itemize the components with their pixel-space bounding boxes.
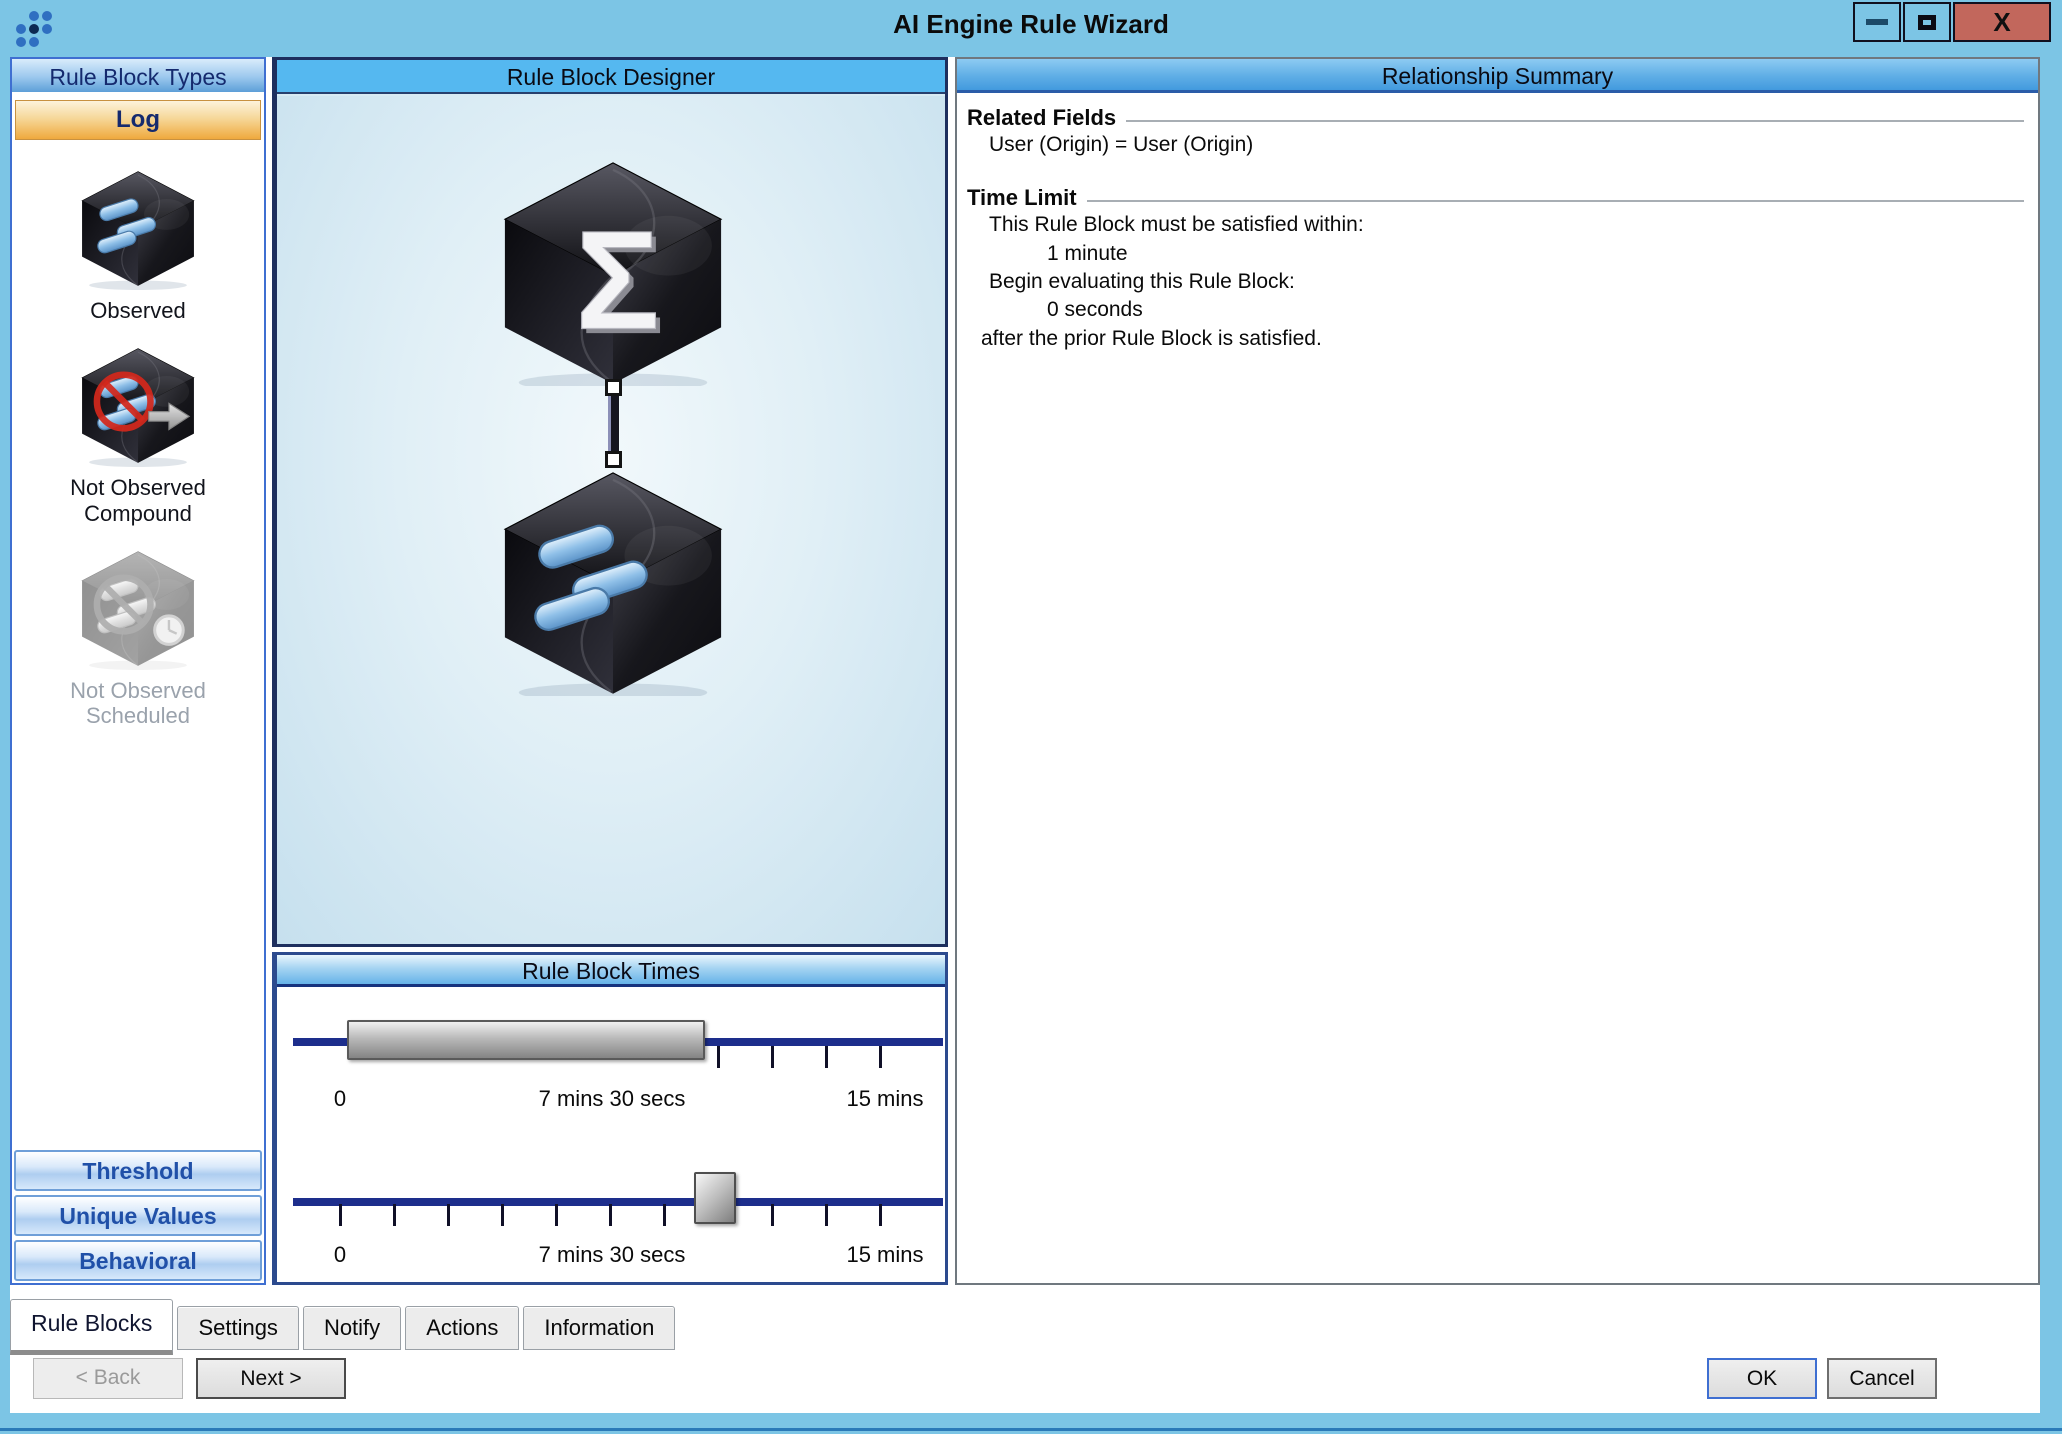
maximize-icon (1918, 15, 1936, 30)
begin-time-slider-thumb[interactable] (694, 1172, 736, 1224)
slider-tick (771, 1046, 774, 1068)
rule-block-type-not-observed-compound[interactable]: Not Observed Compound (48, 345, 228, 526)
relationship-summary-body: Related Fields User (Origin) = User (Ori… (957, 93, 2038, 361)
category-behavioral-button[interactable]: Behavioral (14, 1240, 262, 1281)
minimize-button[interactable] (1853, 2, 1901, 42)
time-range-bar[interactable] (347, 1020, 705, 1060)
slider-tick (825, 1046, 828, 1068)
time-limit-section-heading: Time Limit (967, 185, 2028, 211)
rule-block-designer-panel: Rule Block Designer (272, 57, 948, 947)
rule-block-types-panel: Rule Block Types Log Observed Not Observ… (10, 57, 266, 1285)
begin-time-slider-track[interactable] (293, 1198, 943, 1206)
time-limit-line: after the prior Rule Block is satisfied. (967, 325, 2028, 353)
maximize-button[interactable] (1903, 2, 1951, 42)
rule-block-times-panel: Rule Block Times 0 7 mins 30 secs 15 min… (272, 952, 948, 1285)
minimize-icon (1866, 19, 1888, 25)
category-unique-values-button[interactable]: Unique Values (14, 1195, 262, 1236)
scale-label-end: 15 mins (846, 1242, 923, 1268)
slider-tick (879, 1046, 882, 1068)
slider-tick (555, 1204, 558, 1226)
slider-tick (825, 1204, 828, 1226)
tab-actions[interactable]: Actions (405, 1306, 519, 1350)
tab-notify[interactable]: Notify (303, 1306, 401, 1350)
related-fields-section-heading: Related Fields (967, 105, 2028, 131)
connector-top-handle[interactable] (605, 379, 622, 396)
scale-label-start: 0 (334, 1086, 346, 1112)
slider-tick (879, 1204, 882, 1226)
rule-block-type-label: Observed (48, 298, 228, 323)
slider-tick (663, 1204, 666, 1226)
ai-engine-rule-wizard-window: AI Engine Rule Wizard X Rule Block Types… (0, 0, 2062, 1434)
log-observed-cube-icon[interactable] (496, 466, 730, 696)
category-log-header[interactable]: Log (15, 100, 261, 140)
slider-tick (447, 1204, 450, 1226)
close-icon: X (1993, 7, 2010, 38)
rule-block-type-list: Observed Not Observed Compound Not Obser… (12, 144, 264, 750)
relationship-summary-panel: Relationship Summary Related Fields User… (955, 57, 2040, 1285)
rule-block-type-observed[interactable]: Observed (48, 168, 228, 323)
slider-tick (501, 1204, 504, 1226)
slider-tick (393, 1204, 396, 1226)
category-buttons: Threshold Unique Values Behavioral (12, 1146, 264, 1283)
connector-bar[interactable] (608, 396, 619, 454)
designer-canvas[interactable] (277, 96, 945, 944)
time-limit-value: 1 minute (967, 240, 2028, 268)
category-threshold-button[interactable]: Threshold (14, 1150, 262, 1191)
log-observed-cube-icon (76, 168, 200, 290)
rule-block-type-not-observed-scheduled[interactable]: Not Observed Scheduled (48, 548, 228, 729)
next-button[interactable]: Next > (196, 1358, 346, 1399)
spacer (967, 159, 2028, 181)
not-observed-scheduled-cube-icon (76, 548, 200, 670)
window-title: AI Engine Rule Wizard (0, 0, 2062, 46)
time-limit-value: 0 seconds (967, 296, 2028, 324)
rule-block-type-label: Not Observed Compound (48, 475, 228, 526)
scale-label-mid: 7 mins 30 secs (539, 1242, 686, 1268)
wizard-tab-bar: Rule Blocks Settings Notify Actions Info… (10, 1294, 679, 1350)
back-button[interactable]: < Back (33, 1358, 183, 1399)
scale-label-start: 0 (334, 1242, 346, 1268)
slider-tick (609, 1204, 612, 1226)
sigma-cube-icon[interactable] (496, 156, 730, 386)
rule-block-types-header: Rule Block Types (12, 59, 264, 95)
related-fields-value: User (Origin) = User (Origin) (967, 131, 2028, 159)
cancel-button[interactable]: Cancel (1827, 1358, 1937, 1399)
rule-block-times-body: 0 7 mins 30 secs 15 mins 0 7 mins 30 sec… (277, 990, 945, 1282)
scale-label-end: 15 mins (846, 1086, 923, 1112)
time-limit-title: Time Limit (967, 185, 1077, 211)
rule-block-times-header: Rule Block Times (277, 955, 945, 987)
title-bar[interactable]: AI Engine Rule Wizard X (0, 0, 2062, 46)
slider-tick (717, 1046, 720, 1068)
rule-block-type-label: Not Observed Scheduled (48, 678, 228, 729)
tab-settings[interactable]: Settings (177, 1306, 299, 1350)
tab-rule-blocks[interactable]: Rule Blocks (10, 1299, 173, 1355)
ok-button[interactable]: OK (1707, 1358, 1817, 1399)
tab-information[interactable]: Information (523, 1306, 675, 1350)
rule-block-designer-header: Rule Block Designer (277, 60, 945, 94)
slider-tick (771, 1204, 774, 1226)
not-observed-compound-cube-icon (76, 345, 200, 467)
related-fields-title: Related Fields (967, 105, 1116, 131)
time-limit-line: Begin evaluating this Rule Block: (967, 268, 2028, 296)
scale-label-mid: 7 mins 30 secs (539, 1086, 686, 1112)
slider-tick (339, 1204, 342, 1226)
section-divider (1126, 120, 2024, 122)
close-button[interactable]: X (1953, 2, 2051, 42)
time-limit-line: This Rule Block must be satisfied within… (967, 211, 2028, 239)
relationship-summary-header: Relationship Summary (957, 59, 2038, 93)
section-divider (1087, 200, 2024, 202)
